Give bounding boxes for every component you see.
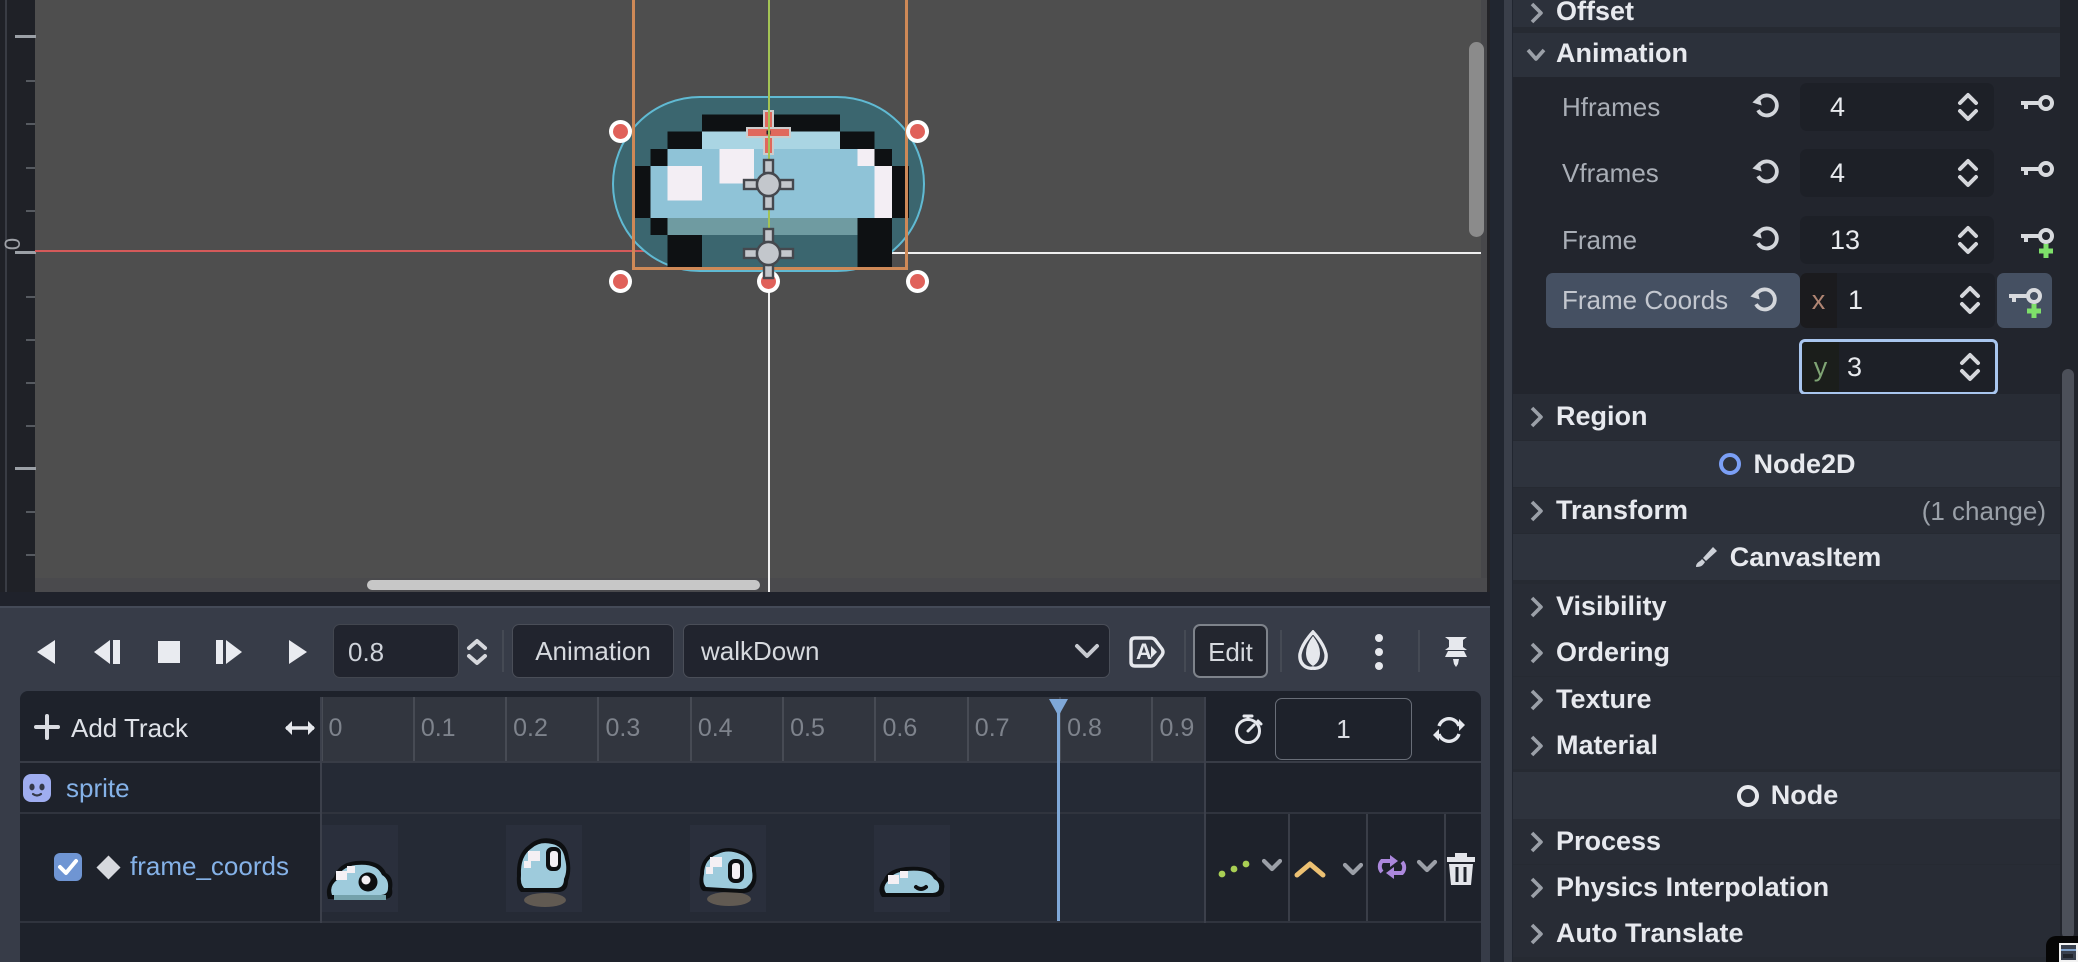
svg-text:A: A [1136,639,1152,664]
